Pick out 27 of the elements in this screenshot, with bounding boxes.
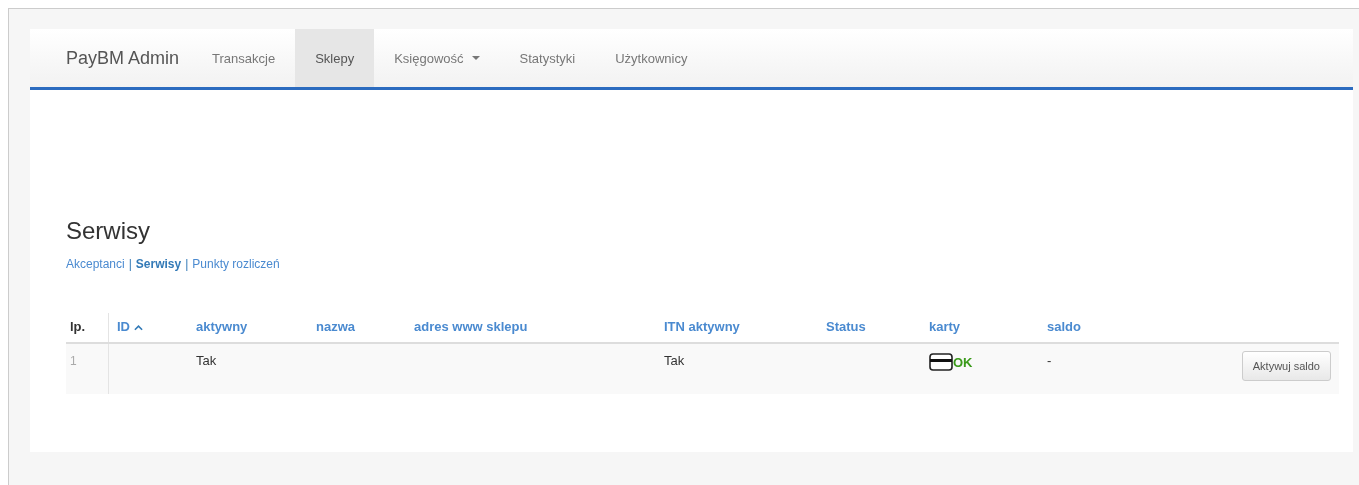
table-cell: Tak — [664, 353, 685, 368]
subnav-link[interactable]: Punkty rozliczeń — [192, 257, 280, 271]
nav-tab[interactable]: Księgowość — [374, 29, 500, 87]
nav-tab[interactable]: Sklepy — [295, 29, 375, 87]
subnav-link[interactable]: Akceptanci — [66, 257, 125, 271]
column-header-link[interactable]: Status — [826, 319, 866, 334]
separator: | — [185, 257, 189, 271]
column-header-link[interactable]: ID — [117, 319, 130, 334]
column-header-link[interactable]: ITN aktywny — [664, 319, 740, 334]
card-status: OK — [953, 354, 973, 370]
brand-link[interactable]: PayBM Admin — [66, 47, 180, 69]
nav-tab[interactable]: Transakcje — [192, 29, 296, 87]
nav-tab[interactable]: Statystyki — [499, 29, 596, 87]
column-header-link[interactable]: adres www sklepu — [414, 319, 528, 334]
activate-balance-button[interactable]: Aktywuj saldo — [1241, 351, 1331, 381]
page-title: Serwisy — [66, 216, 151, 245]
column-header-link[interactable]: saldo — [1047, 319, 1081, 334]
table-cell: 1 — [70, 354, 77, 368]
column-header: lp. — [70, 319, 86, 334]
column-header-link[interactable]: aktywny — [196, 319, 248, 334]
separator: | — [128, 257, 132, 271]
table-cell: - — [1047, 353, 1052, 368]
nav-tab[interactable]: Użytkownicy — [595, 29, 708, 87]
table-cell: Tak — [196, 353, 217, 368]
column-header-link[interactable]: karty — [929, 319, 961, 334]
column-header-link[interactable]: nazwa — [316, 319, 355, 334]
subnav-link[interactable]: Serwisy — [135, 257, 182, 271]
